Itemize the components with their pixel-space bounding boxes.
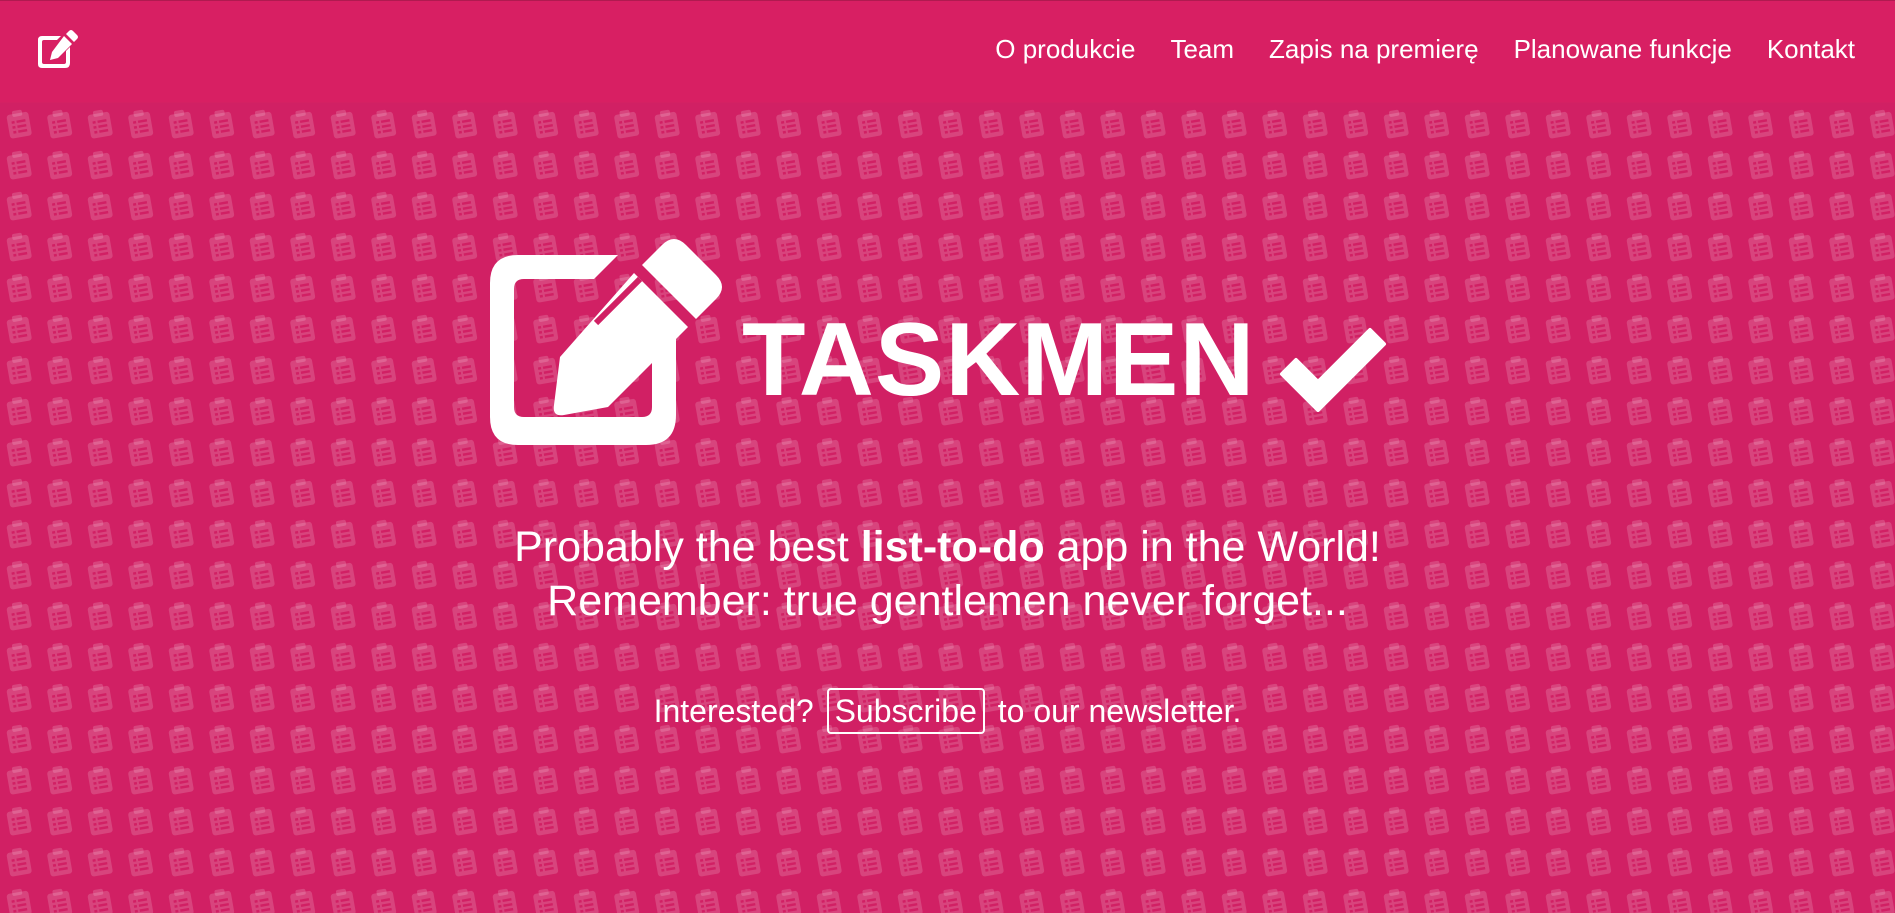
tagline-prefix: Probably the best bbox=[514, 523, 861, 571]
nav-link-o-produkcie[interactable]: O produkcie bbox=[995, 34, 1135, 65]
newsletter-cta: Interested? Subscribe to our newsletter. bbox=[0, 688, 1895, 734]
subscribe-button[interactable]: Subscribe bbox=[826, 688, 985, 734]
edit-icon bbox=[490, 239, 722, 445]
checkmark-icon bbox=[1280, 328, 1386, 412]
nav-link-kontakt[interactable]: Kontakt bbox=[1767, 34, 1855, 65]
nav-link-planowane-funkcje[interactable]: Planowane funkcje bbox=[1514, 34, 1732, 65]
tagline-line-1: Probably the best list-to-do app in the … bbox=[0, 520, 1895, 574]
landing-page: TASKMEN Probably the best list-to-do app… bbox=[0, 0, 1895, 913]
nav-links: O produkcie Team Zapis na premierę Plano… bbox=[960, 34, 1855, 65]
tagline-suffix: app in the World! bbox=[1044, 523, 1381, 571]
tagline: Probably the best list-to-do app in the … bbox=[0, 520, 1895, 628]
top-navbar: O produkcie Team Zapis na premierę Plano… bbox=[0, 0, 1895, 102]
edit-icon[interactable] bbox=[37, 29, 79, 69]
hero-section: TASKMEN Probably the best list-to-do app… bbox=[0, 0, 1895, 913]
tagline-line-2: Remember: true gentlemen never forget... bbox=[547, 577, 1348, 625]
cta-prefix: Interested? bbox=[653, 693, 814, 729]
nav-link-team[interactable]: Team bbox=[1170, 34, 1234, 65]
app-title: TASKMEN bbox=[742, 302, 1256, 418]
nav-link-zapis-na-premiere[interactable]: Zapis na premierę bbox=[1269, 34, 1479, 65]
tagline-bold: list-to-do bbox=[860, 523, 1045, 571]
cta-suffix: to our newsletter. bbox=[997, 693, 1242, 729]
